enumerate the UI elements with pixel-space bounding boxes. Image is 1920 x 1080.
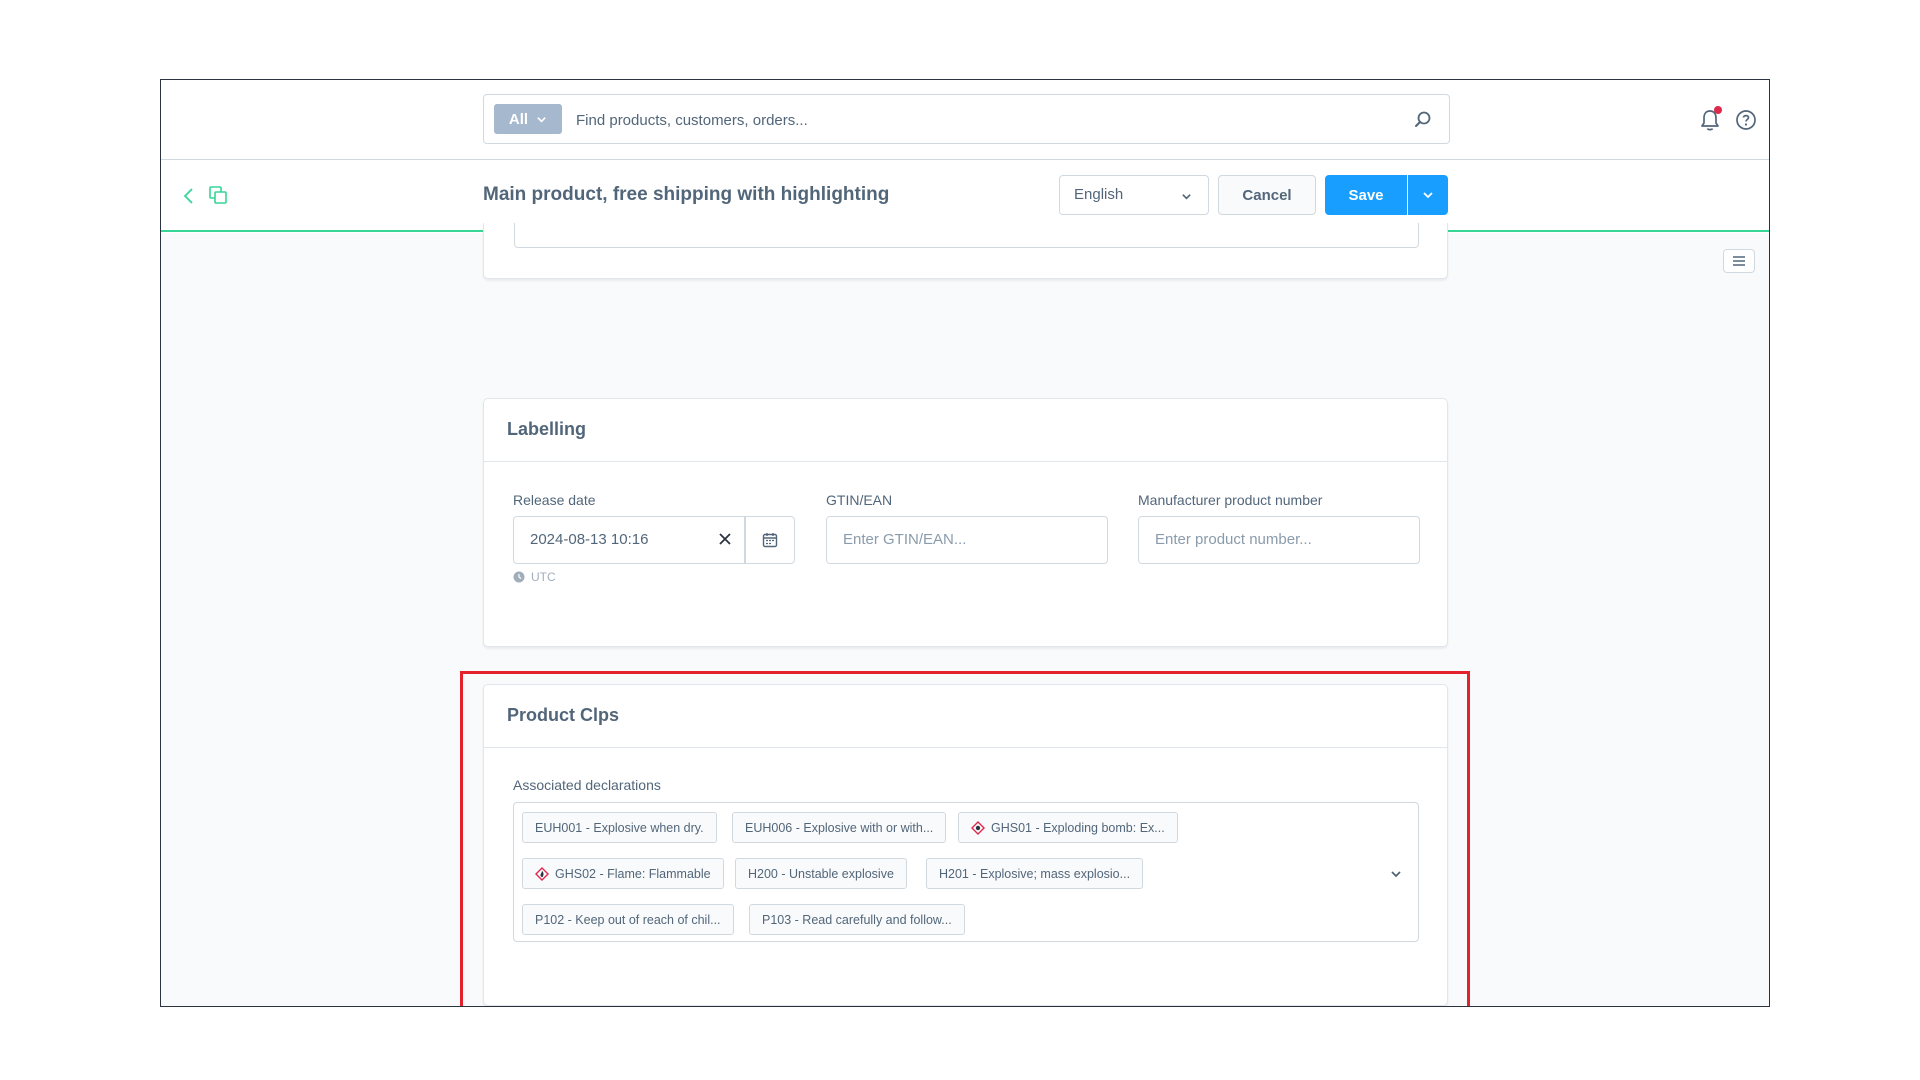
language-select[interactable]: English [1059,175,1209,215]
release-date-value: 2024-08-13 10:16 [530,531,649,548]
gtin-field: GTIN/EAN Enter GTIN/EAN... [826,492,1108,564]
declaration-tag-label: GHS01 - Exploding bomb: Ex... [991,820,1165,835]
declaration-tag-label: P102 - Keep out of reach of chil... [535,912,721,927]
content-area[interactable]: Labelling Release date 2024-08-13 10:16 … [161,223,1769,1006]
associated-declarations-select[interactable]: EUH001 - Explosive when dry. EUH006 - Ex… [513,802,1419,942]
clock-icon [513,571,525,583]
gtin-label: GTIN/EAN [826,492,893,508]
declaration-tag-label: H200 - Unstable explosive [748,866,894,881]
cancel-button[interactable]: Cancel [1218,175,1316,215]
declaration-tag[interactable]: GHS02 - Flame: Flammable [522,858,724,889]
manufacturer-number-field: Manufacturer product number Enter produc… [1138,492,1420,564]
declaration-tag[interactable]: P102 - Keep out of reach of chil... [522,904,734,935]
search-type-dropdown[interactable]: All [494,104,562,134]
chevron-down-icon [1423,192,1433,199]
duplicate-icon[interactable] [209,186,227,204]
manufacturer-number-label: Manufacturer product number [1138,492,1323,508]
gtin-input[interactable]: Enter GTIN/EAN... [826,516,1108,564]
smart-bar: Main product, free shipping with highlig… [161,160,1769,232]
ghs-pictogram-icon [971,820,985,835]
declaration-tag[interactable]: GHS01 - Exploding bomb: Ex... [958,812,1178,843]
timezone-hint: UTC [513,570,795,584]
search-icon[interactable] [1413,110,1433,130]
release-date-label: Release date [513,492,596,508]
ghs-pictogram-icon [535,866,549,881]
declaration-tag-label: EUH006 - Explosive with or with... [745,820,934,835]
declaration-tag-label: EUH001 - Explosive when dry. [535,820,704,835]
chevron-down-icon [537,116,546,123]
search-input[interactable] [576,107,1396,133]
manufacturer-number-input[interactable]: Enter product number... [1138,516,1420,564]
back-arrow-icon[interactable] [181,186,195,206]
declaration-tag-label: GHS02 - Flame: Flammable [555,866,711,881]
admin-window: All Main product, free shipping with hig… [160,79,1770,1007]
sidebar-toggle-button[interactable] [1723,249,1755,273]
calendar-button[interactable] [745,516,795,564]
timezone-label: UTC [531,570,556,584]
chevron-down-icon [1182,194,1191,200]
menu-icon [1733,256,1745,266]
page-title: Main product, free shipping with highlig… [483,184,890,205]
declaration-tag[interactable]: P103 - Read carefully and follow... [749,904,965,935]
language-select-value: English [1074,186,1124,203]
labelling-card-title: Labelling [484,399,1447,462]
calendar-icon [762,533,778,548]
global-search: All [483,94,1450,144]
declaration-tag[interactable]: H200 - Unstable explosive [735,858,907,889]
top-bar: All [161,80,1769,160]
previous-card-field [514,223,1419,248]
declaration-tag[interactable]: H201 - Explosive; mass explosio... [926,858,1144,889]
save-options-button[interactable] [1408,175,1448,215]
previous-card [483,223,1448,279]
chevron-down-icon[interactable] [1390,868,1402,880]
declaration-tag-label: H201 - Explosive; mass explosio... [939,866,1131,881]
help-icon[interactable] [1735,109,1757,131]
release-date-field: Release date 2024-08-13 10:16 UTC [513,492,795,584]
declaration-tag[interactable]: EUH001 - Explosive when dry. [522,812,717,843]
release-date-input[interactable]: 2024-08-13 10:16 [513,516,745,564]
declaration-tag[interactable]: EUH006 - Explosive with or with... [732,812,947,843]
declaration-tag-label: P103 - Read carefully and follow... [762,912,952,927]
save-button[interactable]: Save [1325,175,1407,215]
search-type-label: All [508,110,529,128]
notification-badge [1714,106,1722,114]
clear-icon[interactable] [718,532,732,546]
notifications-button[interactable] [1699,106,1722,132]
product-clps-card-title: Product Clps [484,685,1447,748]
product-clps-card: Product Clps Associated declarations EUH… [483,684,1448,1006]
labelling-card: Labelling Release date 2024-08-13 10:16 … [483,398,1448,647]
associated-declarations-label: Associated declarations [513,777,661,793]
